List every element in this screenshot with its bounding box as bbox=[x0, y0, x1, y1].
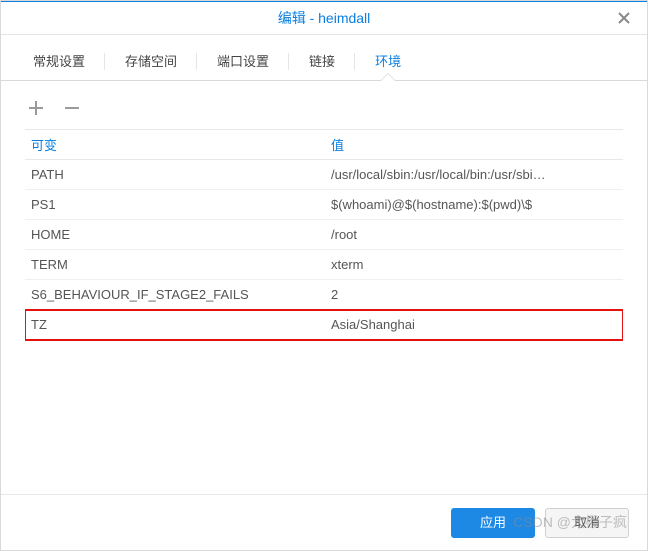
dialog-title: 编辑 - heimdall bbox=[278, 10, 371, 26]
cell-value: /root bbox=[325, 227, 623, 242]
tab-port[interactable]: 端口设置 bbox=[199, 43, 287, 80]
cancel-button[interactable]: 取消 bbox=[545, 508, 629, 538]
table-header: 可变 值 bbox=[25, 130, 623, 160]
plus-icon bbox=[26, 98, 46, 118]
apply-button[interactable]: 应用 bbox=[451, 508, 535, 538]
tab-volume[interactable]: 存储空间 bbox=[107, 43, 195, 80]
tab-general[interactable]: 常规设置 bbox=[15, 43, 103, 80]
column-header-variable[interactable]: 可变 bbox=[25, 135, 325, 154]
close-button[interactable] bbox=[609, 1, 639, 35]
dialog-footer: 应用 取消 CSDN @大橙子疯 bbox=[1, 494, 647, 550]
table-row[interactable]: PATH /usr/local/sbin:/usr/local/bin:/usr… bbox=[25, 160, 623, 190]
cell-variable: S6_BEHAVIOUR_IF_STAGE2_FAILS bbox=[25, 287, 325, 302]
cell-value: Asia/Shanghai bbox=[325, 317, 623, 332]
cell-value: 2 bbox=[325, 287, 623, 302]
table-row[interactable]: S6_BEHAVIOUR_IF_STAGE2_FAILS 2 bbox=[25, 280, 623, 310]
table-row[interactable]: TERM xterm bbox=[25, 250, 623, 280]
cell-value: $(whoami)@$(hostname):$(pwd)\$ bbox=[325, 197, 623, 212]
remove-button[interactable] bbox=[61, 97, 83, 119]
cell-variable: PS1 bbox=[25, 197, 325, 212]
cell-variable: PATH bbox=[25, 167, 325, 182]
tab-bar: 常规设置 存储空间 端口设置 链接 环境 bbox=[1, 35, 647, 81]
env-table: 可变 值 PATH /usr/local/sbin:/usr/local/bin… bbox=[25, 129, 623, 494]
dialog-window: 编辑 - heimdall 常规设置 存储空间 端口设置 链接 环境 可变 值 … bbox=[0, 0, 648, 551]
tab-links[interactable]: 链接 bbox=[291, 43, 353, 80]
titlebar: 编辑 - heimdall bbox=[1, 1, 647, 35]
table-row[interactable]: PS1 $(whoami)@$(hostname):$(pwd)\$ bbox=[25, 190, 623, 220]
cell-value: xterm bbox=[325, 257, 623, 272]
cell-variable: TZ bbox=[25, 317, 325, 332]
minus-icon bbox=[62, 98, 82, 118]
toolbar bbox=[25, 91, 623, 129]
add-button[interactable] bbox=[25, 97, 47, 119]
column-header-value[interactable]: 值 bbox=[325, 135, 623, 154]
cell-variable: TERM bbox=[25, 257, 325, 272]
cell-variable: HOME bbox=[25, 227, 325, 242]
dialog-body: 可变 值 PATH /usr/local/sbin:/usr/local/bin… bbox=[1, 81, 647, 494]
cell-value: /usr/local/sbin:/usr/local/bin:/usr/sbi… bbox=[325, 167, 623, 182]
table-row[interactable]: HOME /root bbox=[25, 220, 623, 250]
close-icon bbox=[617, 11, 631, 25]
tab-environment[interactable]: 环境 bbox=[357, 43, 419, 80]
table-row[interactable]: TZ Asia/Shanghai bbox=[25, 310, 623, 340]
